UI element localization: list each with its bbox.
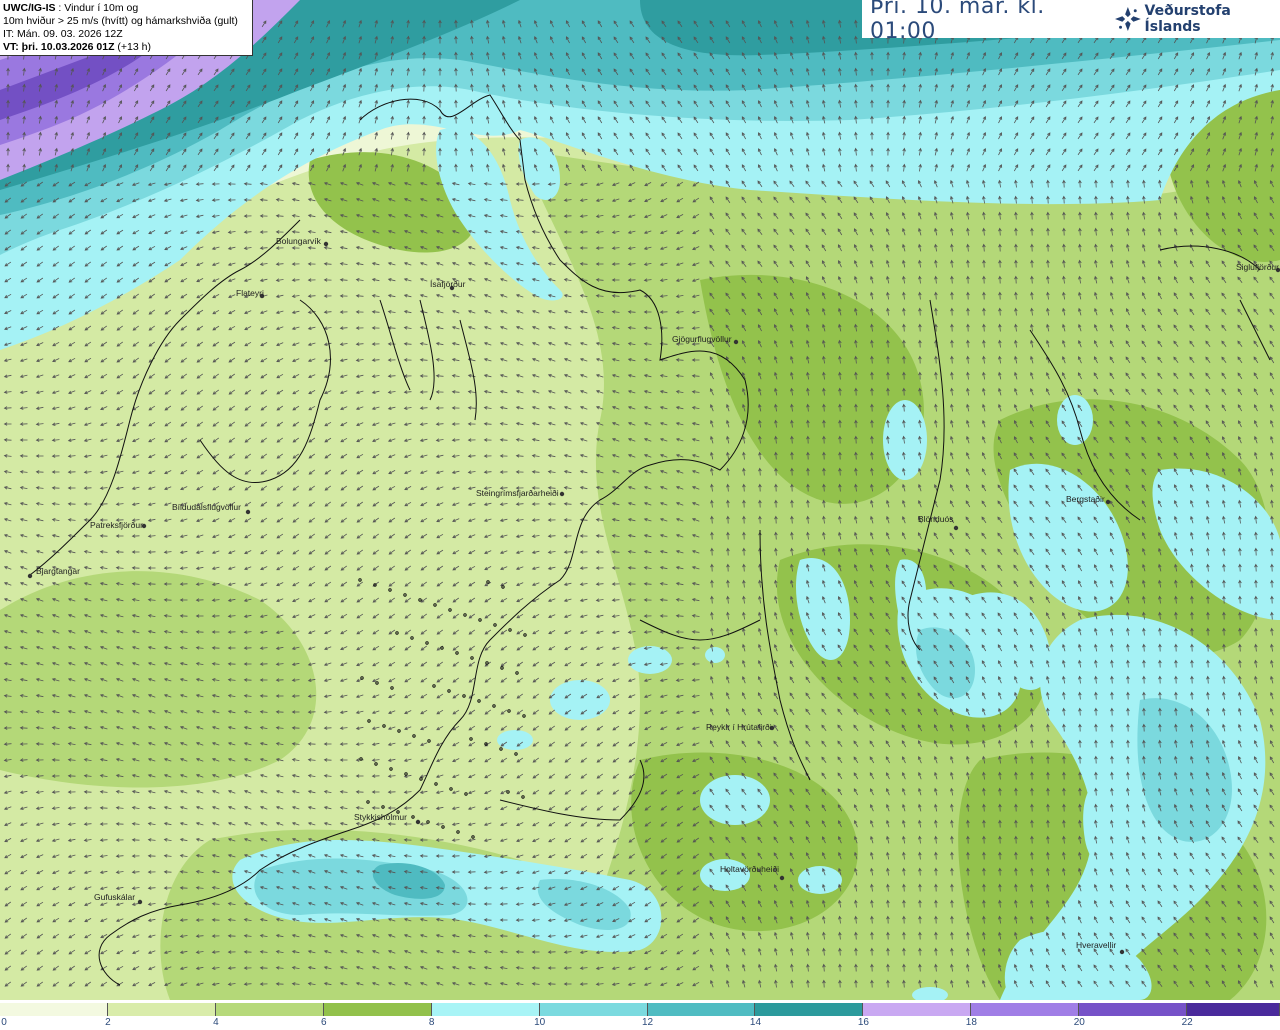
wind-zone-8-10 [705, 647, 725, 663]
wind-map: Bolungarvík Flateyri Ísafjörður Gjögurflugv… [0, 0, 1280, 1000]
wind-zone-8-10 [497, 730, 533, 750]
wind-zone-8-10 [700, 775, 770, 825]
wind-zone-8-10 [550, 680, 610, 720]
wind-zone-8-10 [628, 646, 672, 674]
wind-zone-8-10 [798, 866, 842, 894]
